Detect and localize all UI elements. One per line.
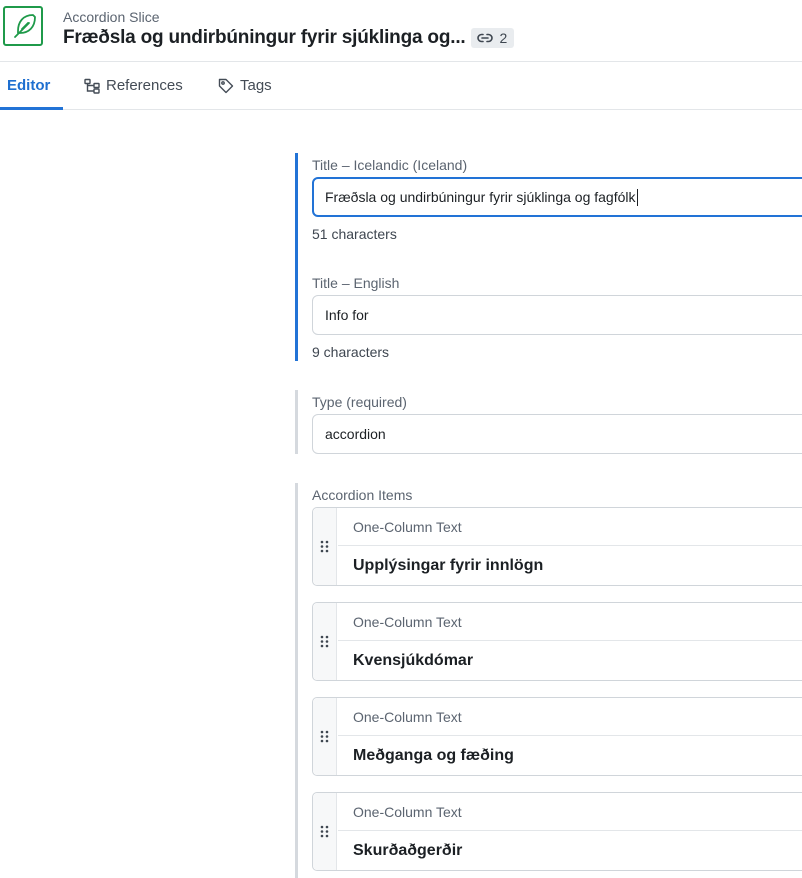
drag-handle[interactable] — [313, 508, 337, 585]
tab-bar: Editor References Tags — [0, 62, 802, 110]
title-is-input[interactable]: Fræðsla og undirbúningur fyrir sjúklinga… — [312, 177, 802, 217]
title-field-group: Title – Icelandic (Iceland) Fræðsla og u… — [295, 153, 802, 361]
type-label: Type (required) — [312, 394, 407, 410]
title-en-label: Title – English — [312, 275, 400, 291]
tab-active-indicator — [0, 107, 63, 110]
card-divider — [338, 830, 802, 831]
references-count: 2 — [499, 30, 508, 46]
tab-editor-label: Editor — [7, 77, 51, 94]
focus-indicator-bar — [295, 153, 298, 361]
card-title: Upplýsingar fyrir innlögn — [353, 557, 544, 574]
entry-title-row: Fræðsla og undirbúningur fyrir sjúklinga… — [63, 27, 515, 49]
drag-handle[interactable] — [313, 793, 337, 870]
tab-tags[interactable]: Tags — [218, 62, 272, 109]
pencil-icon — [0, 79, 1, 93]
drag-handle[interactable] — [313, 698, 337, 775]
card-content-type: One-Column Text — [353, 804, 462, 820]
drag-handle-icon — [320, 730, 329, 743]
title-is-label: Title – Icelandic (Iceland) — [312, 157, 468, 173]
title-en-value: Info for — [325, 307, 369, 323]
link-icon — [477, 33, 494, 43]
card-divider — [338, 640, 802, 641]
references-badge[interactable]: 2 — [471, 28, 515, 48]
card-title: Meðganga og fæðing — [353, 747, 514, 764]
card-content-type: One-Column Text — [353, 614, 462, 630]
drag-handle-icon — [320, 635, 329, 648]
field-bar — [295, 483, 298, 878]
type-value: accordion — [325, 426, 386, 442]
tab-tags-label: Tags — [240, 77, 272, 94]
card-title: Skurðaðgerðir — [353, 842, 463, 859]
title-en-char-count: 9 characters — [312, 344, 390, 360]
accordion-item-card[interactable]: One-Column Text Meðganga og fæðing — [312, 697, 802, 776]
card-divider — [338, 735, 802, 736]
card-content-type: One-Column Text — [353, 709, 462, 725]
type-input[interactable]: accordion — [312, 414, 802, 454]
title-en-input[interactable]: Info for — [312, 295, 802, 335]
accordion-items-label: Accordion Items — [312, 487, 413, 503]
field-bar — [295, 390, 298, 454]
feather-pen-icon — [3, 6, 43, 46]
tab-references[interactable]: References — [84, 62, 183, 109]
drag-handle[interactable] — [313, 603, 337, 680]
tab-references-label: References — [106, 77, 183, 94]
hierarchy-icon — [84, 78, 100, 94]
tab-editor[interactable]: Editor — [0, 62, 50, 109]
entry-header: Accordion Slice Fræðsla og undirbúningur… — [0, 0, 802, 62]
accordion-item-card[interactable]: One-Column Text Upplýsingar fyrir innlög… — [312, 507, 802, 586]
accordion-items-group: Accordion Items One-Column Text Upplýsin… — [295, 483, 802, 878]
entry-title: Fræðsla og undirbúningur fyrir sjúklinga… — [63, 27, 466, 48]
accordion-item-card[interactable]: One-Column Text Skurðaðgerðir — [312, 792, 802, 871]
accordion-item-card[interactable]: One-Column Text Kvensjúkdómar — [312, 602, 802, 681]
text-caret — [636, 188, 638, 206]
entry-type-label: Accordion Slice — [63, 9, 160, 25]
title-is-value: Fræðsla og undirbúningur fyrir sjúklinga… — [325, 189, 636, 205]
tag-icon — [218, 78, 234, 93]
card-content-type: One-Column Text — [353, 519, 462, 535]
title-is-char-count: 51 characters — [312, 226, 397, 242]
card-divider — [338, 545, 802, 546]
card-title: Kvensjúkdómar — [353, 652, 474, 669]
type-field-group: Type (required) accordion — [295, 390, 802, 454]
drag-handle-icon — [320, 825, 329, 838]
drag-handle-icon — [320, 540, 329, 553]
